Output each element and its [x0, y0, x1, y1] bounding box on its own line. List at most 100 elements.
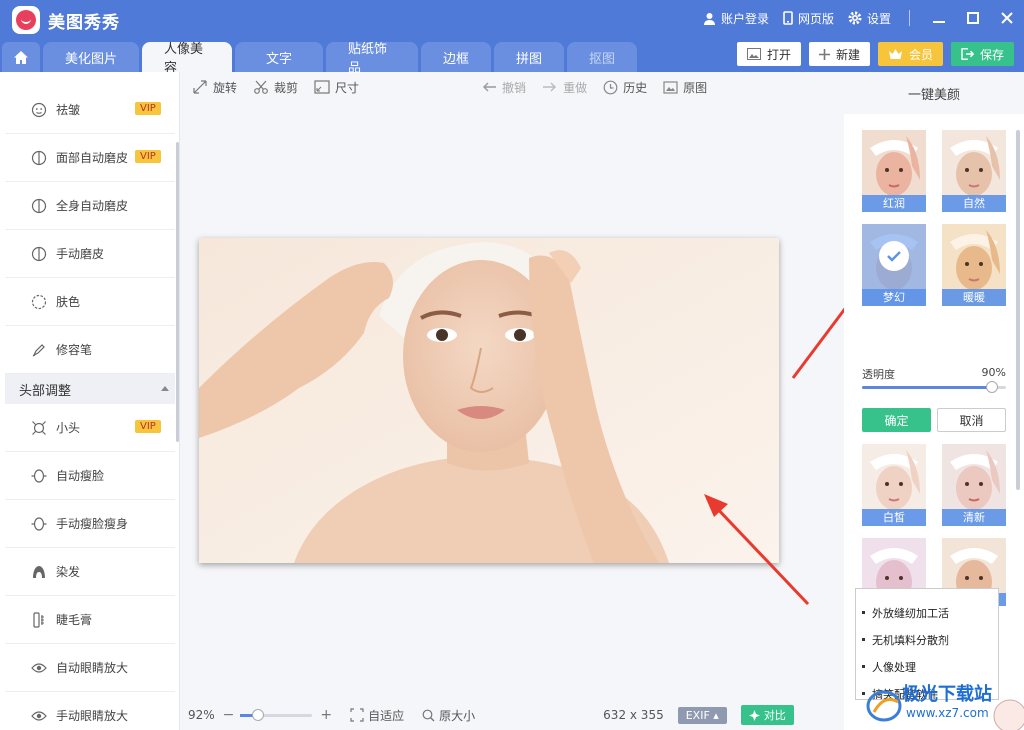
compare-button[interactable]: 对比: [740, 705, 794, 725]
preset-rosy[interactable]: 红润: [862, 130, 926, 212]
save-button[interactable]: 保存: [950, 42, 1014, 66]
panel-scrollbar[interactable]: [1016, 130, 1020, 490]
undo-button[interactable]: 撤销: [481, 79, 526, 96]
dashed-circle-icon: [31, 294, 47, 310]
new-button[interactable]: 新建: [808, 42, 870, 66]
tool-label: 染发: [56, 565, 81, 579]
face-icon: [31, 102, 47, 118]
slim-face-icon: [31, 469, 47, 483]
preset-natural[interactable]: 自然: [942, 130, 1006, 212]
login-label: 账户登录: [720, 11, 769, 26]
tool-small-head[interactable]: 小头 VIP: [5, 404, 175, 452]
history-button[interactable]: 历史: [603, 79, 647, 96]
web-version-label: 网页版: [797, 11, 834, 26]
check-icon: [879, 241, 909, 271]
tool-manual-slim[interactable]: 手动瘦脸瘦身: [5, 500, 175, 548]
tool-skin-tone[interactable]: 肤色: [5, 278, 175, 326]
main-tabs: 美化图片 人像美容 文字 贴纸饰品 边框 拼图 抠图: [0, 40, 637, 76]
login-link[interactable]: 账户登录: [703, 10, 769, 27]
tool-face-auto-smooth[interactable]: 面部自动磨皮 VIP: [5, 134, 175, 182]
sidebar-scrollbar[interactable]: [176, 142, 179, 442]
tool-label: 小头: [56, 421, 81, 435]
user-icon: [703, 12, 715, 25]
photo-canvas[interactable]: [199, 238, 779, 563]
web-version-link[interactable]: 网页版: [783, 10, 834, 27]
tab-cutout[interactable]: 抠图: [567, 42, 637, 72]
status-bar: 92% − + 自适应 原大小 632 x 355 EXIF ▴ 对比: [180, 700, 844, 730]
tool-manual-eye-enlarge[interactable]: 手动眼睛放大: [5, 692, 175, 730]
crown-icon: [888, 49, 902, 59]
tool-manual-smooth[interactable]: 手动磨皮: [5, 230, 175, 278]
close-button[interactable]: [990, 0, 1024, 36]
redo-button[interactable]: 重做: [542, 79, 587, 96]
ad-link-text: 无机填料分散剂: [872, 633, 949, 647]
cancel-button[interactable]: 取消: [937, 408, 1006, 432]
slim-face-icon: [31, 517, 47, 531]
tool-mascara[interactable]: 睫毛膏: [5, 596, 175, 644]
tab-text[interactable]: 文字: [235, 42, 323, 72]
mascara-icon: [33, 612, 44, 628]
tool-auto-slim-face[interactable]: 自动瘦脸: [5, 452, 175, 500]
home-tab[interactable]: [2, 42, 40, 72]
rotate-button[interactable]: 旋转: [192, 79, 237, 96]
preset-label: 梦幻: [862, 289, 926, 306]
opacity-label: 透明度: [862, 368, 895, 381]
tab-beautify[interactable]: 美化图片: [43, 42, 139, 72]
actual-size-button[interactable]: 原大小: [422, 707, 475, 724]
fit-icon: [350, 708, 364, 722]
zoom-in-button[interactable]: +: [320, 707, 332, 723]
preset-warm[interactable]: 暖暖: [942, 224, 1006, 306]
tool-wrinkle-removal[interactable]: 祛皱 VIP: [5, 86, 175, 134]
zoom-slider[interactable]: [240, 708, 313, 721]
zoom-out-button[interactable]: −: [223, 707, 235, 723]
opacity-slider-knob[interactable]: [985, 381, 998, 393]
original-label: 原图: [683, 80, 708, 95]
maximize-button[interactable]: [956, 0, 990, 36]
arrow-left-icon: [483, 82, 497, 92]
preset-dreamy[interactable]: 梦幻: [862, 224, 926, 306]
ad-link-text: 外放缝纫加工活: [872, 606, 949, 620]
action-buttons: 打开 新建 会员 保存: [729, 42, 1014, 66]
section-head-adjust[interactable]: 头部调整: [5, 374, 175, 404]
size-button[interactable]: 尺寸: [314, 79, 359, 96]
panel-title: 一键美颜: [907, 88, 960, 103]
fit-button[interactable]: 自适应: [350, 707, 404, 724]
original-button[interactable]: 原图: [663, 79, 707, 96]
crop-button[interactable]: 裁剪: [253, 79, 298, 96]
tab-stickers[interactable]: 贴纸饰品: [326, 42, 418, 76]
preset-fresh[interactable]: 清新: [942, 444, 1006, 526]
tab-collage[interactable]: 拼图: [494, 42, 564, 72]
ad-link[interactable]: 外放缝纫加工活: [862, 599, 998, 626]
tab-frames[interactable]: 边框: [421, 42, 491, 72]
tool-hair-dye[interactable]: 染发: [5, 548, 175, 596]
tool-label: 祛皱: [56, 103, 81, 117]
ad-link[interactable]: 无机填料分散剂: [862, 626, 998, 653]
vip-button[interactable]: 会员: [877, 42, 943, 66]
undo-label: 撤销: [502, 80, 527, 95]
opacity-slider-fill: [862, 386, 992, 389]
tool-label: 肤色: [56, 295, 81, 309]
zoom-slider-knob[interactable]: [252, 708, 265, 721]
tab-portrait[interactable]: 人像美容: [142, 42, 232, 76]
watermark: 极光下载站 www.xz7.com: [860, 676, 1024, 730]
home-icon: [14, 50, 28, 64]
half-circle-icon: [31, 150, 47, 166]
tool-auto-eye-enlarge[interactable]: 自动眼睛放大: [5, 644, 175, 692]
opacity-slider[interactable]: [862, 381, 1006, 393]
minimize-button[interactable]: [922, 0, 956, 36]
watermark-text: 极光下载站: [902, 684, 992, 705]
maximize-icon: [967, 12, 979, 24]
tool-label: 手动眼睛放大: [56, 709, 129, 723]
settings-label: 设置: [866, 11, 891, 26]
settings-link[interactable]: 设置: [848, 10, 891, 27]
preset-label: 暖暖: [942, 289, 1006, 306]
tool-body-auto-smooth[interactable]: 全身自动磨皮: [5, 182, 175, 230]
tool-contour-pen[interactable]: 修容笔: [5, 326, 175, 374]
exif-button[interactable]: EXIF ▴: [677, 706, 727, 724]
open-button[interactable]: 打开: [736, 42, 801, 66]
confirm-button[interactable]: 确定: [862, 408, 931, 432]
preset-fair[interactable]: 白皙: [862, 444, 926, 526]
close-icon: [1001, 12, 1013, 24]
plus-icon: [818, 48, 830, 60]
eye-icon: [31, 711, 47, 721]
